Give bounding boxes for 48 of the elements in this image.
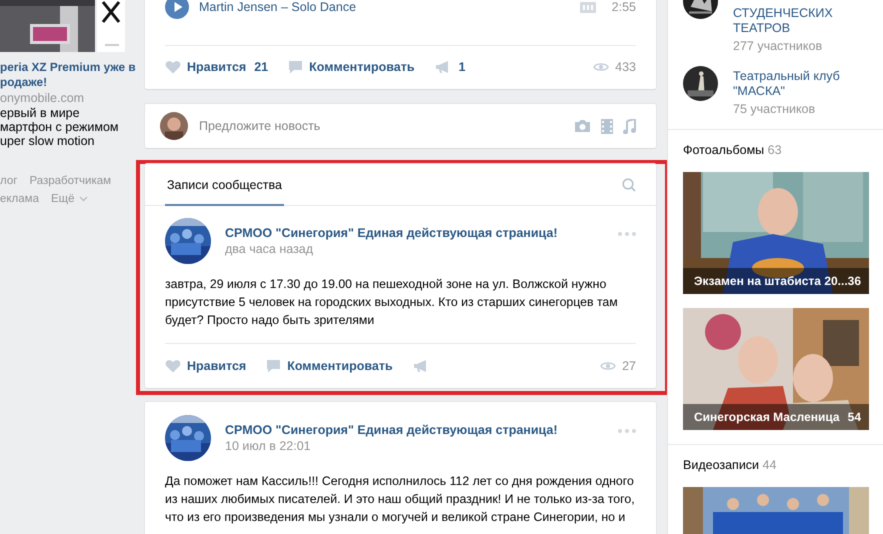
album-tile[interactable]: Экзамен на штабиста 20...36 [683, 172, 869, 294]
heart-icon [165, 60, 181, 74]
play-icon[interactable] [165, 0, 189, 19]
album-title: Экзамен на штабиста 20... [694, 274, 848, 288]
tab[interactable]: Записи сообщества [165, 164, 284, 206]
heart-icon [165, 359, 181, 373]
camera-icon[interactable] [574, 119, 591, 133]
like-button[interactable]: Нравится [165, 359, 246, 373]
film-icon[interactable] [601, 118, 613, 134]
share-button[interactable] [412, 359, 429, 373]
comment-button[interactable]: Комментировать [266, 359, 393, 373]
member-count: 277 участников [733, 38, 824, 55]
author-link[interactable]: СРМОО "Синегория" Единая действующая страница! [225, 225, 558, 241]
like-button[interactable]: Нравится 21 [165, 60, 268, 74]
comment-button[interactable]: Комментировать [288, 60, 415, 74]
track-duration: 2:55 [612, 0, 636, 14]
comment-icon [266, 359, 282, 373]
ad-domain: onymobile.com [0, 90, 84, 106]
album-title: Синегорская Масленица [694, 410, 840, 424]
megaphone-icon [434, 60, 451, 74]
section-title[interactable]: Видеозаписи 44 [683, 457, 868, 473]
group-name[interactable]: Театральный клуб "МАСКА" [733, 69, 840, 99]
caret-icon [78, 196, 88, 202]
megaphone-icon [412, 359, 429, 373]
track-title[interactable]: Martin Jensen – Solo Dance [199, 0, 356, 14]
author-link[interactable]: СРМОО "Синегория" Единая действующая страница! [225, 422, 558, 438]
post-text: Да поможет нам Кассиль!!! Сегодня исполнилось 112 лет со дня рождения одного из наших любимых писателей. И это наш общий праздник! И не только из-за того, что из его произведения мы узнали о могучей и великой стране Синегории, но и [165, 473, 636, 526]
album-tile[interactable]: Синегорская Масленица 54 [683, 308, 869, 430]
album-count: 36 [848, 274, 862, 288]
comment-icon [288, 60, 304, 74]
music-note-icon[interactable] [623, 118, 636, 134]
ad-description: ервый в мире мартфон с режимом uper slow motion [0, 106, 119, 148]
album-count: 54 [848, 410, 861, 424]
more-icon[interactable] [618, 232, 636, 236]
view-count: 27 [622, 359, 636, 373]
more-icon[interactable] [618, 429, 636, 433]
eye-icon [593, 61, 610, 73]
suggest-field[interactable]: Предложите новость [198, 119, 544, 133]
search-icon[interactable] [622, 178, 636, 192]
ad-title[interactable]: peria XZ Premium уже в родаже! [0, 60, 136, 90]
post-text: завтра, 29 июля с 17.30 до 19.00 на пешеходной зоне на ул. Волжской нужно присутствие 5 человек на городских выходных. Кто из старших синегорцев там будет? Просто надо быть зрителями [165, 276, 619, 329]
section-title[interactable]: Фотоальбомы 63 [683, 142, 868, 158]
x-logo-icon [97, 0, 125, 52]
share-button[interactable]: 1 [434, 60, 466, 74]
group-name[interactable]: СТУДЕНЧЕСКИХ ТЕАТРОВ [733, 6, 833, 36]
view-count: 433 [615, 60, 636, 74]
member-count: 75 участников [733, 101, 816, 118]
eye-icon [600, 360, 616, 372]
